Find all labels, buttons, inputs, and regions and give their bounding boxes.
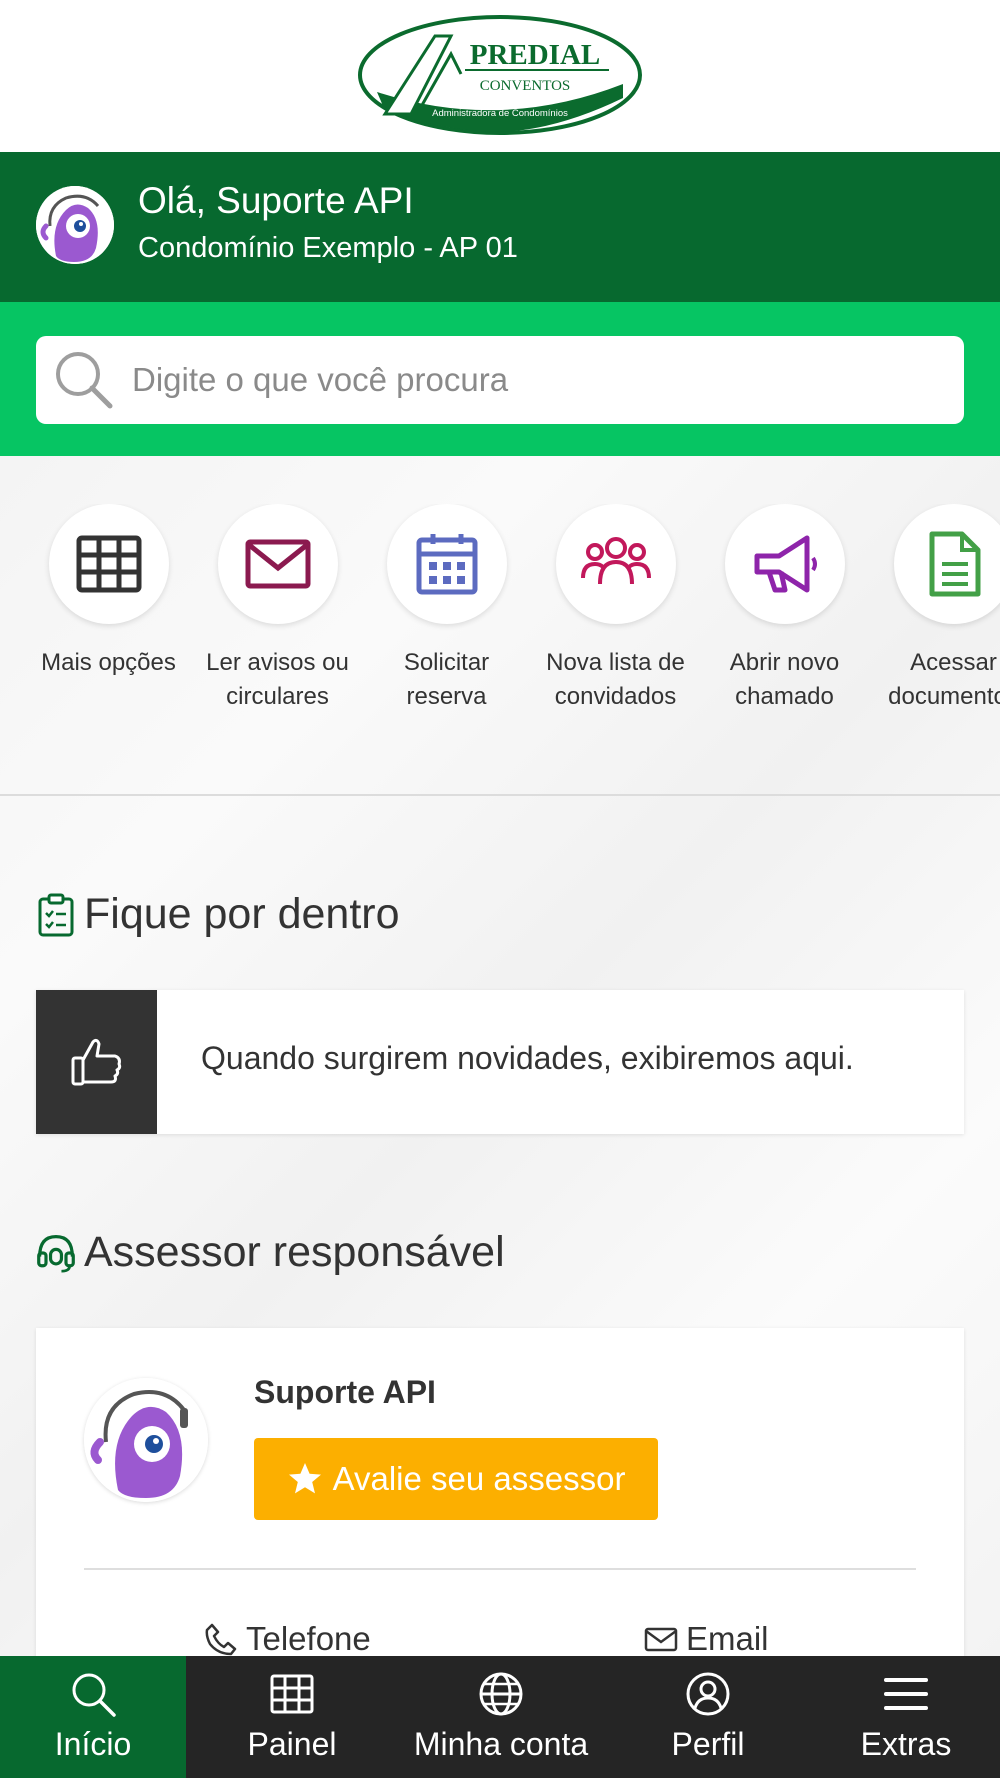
greeting-header: Olá, Suporte API Condomínio Exemplo - AP… [0, 152, 1000, 302]
news-title-text: Fique por dentro [84, 890, 400, 938]
nav-perfil[interactable]: Perfil [604, 1656, 812, 1778]
divider [0, 794, 1000, 796]
action-circle[interactable] [217, 504, 338, 624]
document-icon [929, 531, 980, 597]
envelope-icon [245, 539, 310, 589]
globe-icon [479, 1672, 523, 1716]
action-label: Mais opções [41, 649, 176, 676]
action-request-booking[interactable]: Solicitar reserva [362, 504, 531, 714]
advisor-name: Suporte API [254, 1374, 436, 1410]
logo-bar: PREDIAL CONVENTOS Administradora de Cond… [0, 0, 1000, 152]
search-band [0, 302, 1000, 456]
search-icon [56, 352, 113, 409]
search-box[interactable] [36, 336, 964, 424]
action-access-documents[interactable]: Acessar documentos [869, 504, 1000, 714]
news-empty-message: Quando surgirem novidades, exibiremos aq… [201, 1040, 854, 1076]
thumbs-up-icon [71, 1038, 121, 1086]
predial-conventos-logo: PREDIAL CONVENTOS Administradora de Cond… [358, 15, 642, 135]
action-open-ticket[interactable]: Abrir novo chamado [700, 504, 869, 714]
phone-icon [205, 1623, 237, 1656]
action-more-options[interactable]: Mais opções [24, 504, 193, 680]
grid-icon [76, 535, 141, 593]
advisor-title-text: Assessor responsável [84, 1228, 505, 1276]
rate-advisor-button[interactable]: Avalie seu assessor [254, 1438, 658, 1520]
nav-label: Minha conta [413, 1726, 589, 1762]
megaphone-icon [754, 535, 817, 593]
user-avatar[interactable] [36, 186, 114, 264]
phone-contact[interactable]: Telefone [204, 1620, 371, 1658]
rate-advisor-label: Avalie seu assessor [332, 1460, 626, 1497]
news-icon-block [36, 990, 157, 1134]
action-guest-list[interactable]: Nova lista de convidados [531, 504, 700, 714]
email-label: Email [686, 1620, 769, 1657]
advisor-avatar [84, 1378, 208, 1502]
nav-minha-conta[interactable]: Minha conta [398, 1656, 604, 1778]
action-label: Ler avisos ou circulares [206, 649, 349, 710]
menu-icon [884, 1678, 928, 1710]
news-section-title: Fique por dentro [36, 890, 400, 939]
monster-avatar-icon [36, 186, 114, 264]
action-read-notices[interactable]: Ler avisos ou circulares [193, 504, 362, 714]
action-circle[interactable] [724, 504, 845, 624]
logo-subtitle: CONVENTOS [480, 78, 571, 94]
action-label: Nova lista de convidados [546, 649, 685, 710]
logo-tagline: Administradora de Condomínios [432, 108, 568, 119]
nav-painel[interactable]: Painel [186, 1656, 398, 1778]
clipboard-checklist-icon [38, 893, 74, 936]
nav-label: Extras [860, 1726, 952, 1762]
user-circle-icon [686, 1672, 730, 1716]
grid-icon [270, 1674, 314, 1714]
quick-actions-row: Mais opções Ler avisos ou circulares Sol… [0, 504, 1000, 754]
nav-extras[interactable]: Extras [812, 1656, 1000, 1778]
nav-label: Painel [247, 1726, 337, 1762]
bottom-navigation: Início Painel Minha conta Perfil Extras [0, 1656, 1000, 1778]
search-icon [72, 1673, 116, 1717]
advisor-divider [84, 1568, 916, 1570]
nav-label: Início [54, 1726, 132, 1762]
advisor-card: Suporte API Avalie seu assessor Telefone… [36, 1328, 964, 1668]
action-circle[interactable] [555, 504, 676, 624]
action-circle[interactable] [48, 504, 169, 624]
condominium-unit: Condomínio Exemplo - AP 01 [138, 232, 518, 264]
monster-avatar-icon [84, 1378, 208, 1502]
calendar-icon [416, 534, 477, 595]
phone-label: Telefone [246, 1620, 371, 1657]
logo-title: PREDIAL [470, 39, 601, 71]
advisor-section-title: Assessor responsável [36, 1228, 505, 1277]
search-input[interactable] [132, 348, 942, 412]
headset-icon [37, 1234, 75, 1273]
nav-inicio[interactable]: Início [0, 1656, 186, 1778]
action-label: Solicitar reserva [403, 649, 490, 710]
news-empty-card: Quando surgirem novidades, exibiremos aq… [36, 990, 964, 1134]
nav-label: Perfil [671, 1726, 745, 1762]
envelope-icon [644, 1627, 678, 1652]
action-circle[interactable] [893, 504, 1000, 624]
users-icon [580, 537, 651, 585]
action-label: Acessar documentos [888, 649, 1000, 710]
email-contact[interactable]: Email [644, 1620, 769, 1658]
star-icon [288, 1463, 321, 1494]
action-label: Abrir novo chamado [729, 649, 840, 710]
greeting-text: Olá, Suporte API [138, 180, 414, 221]
action-circle[interactable] [386, 504, 507, 624]
